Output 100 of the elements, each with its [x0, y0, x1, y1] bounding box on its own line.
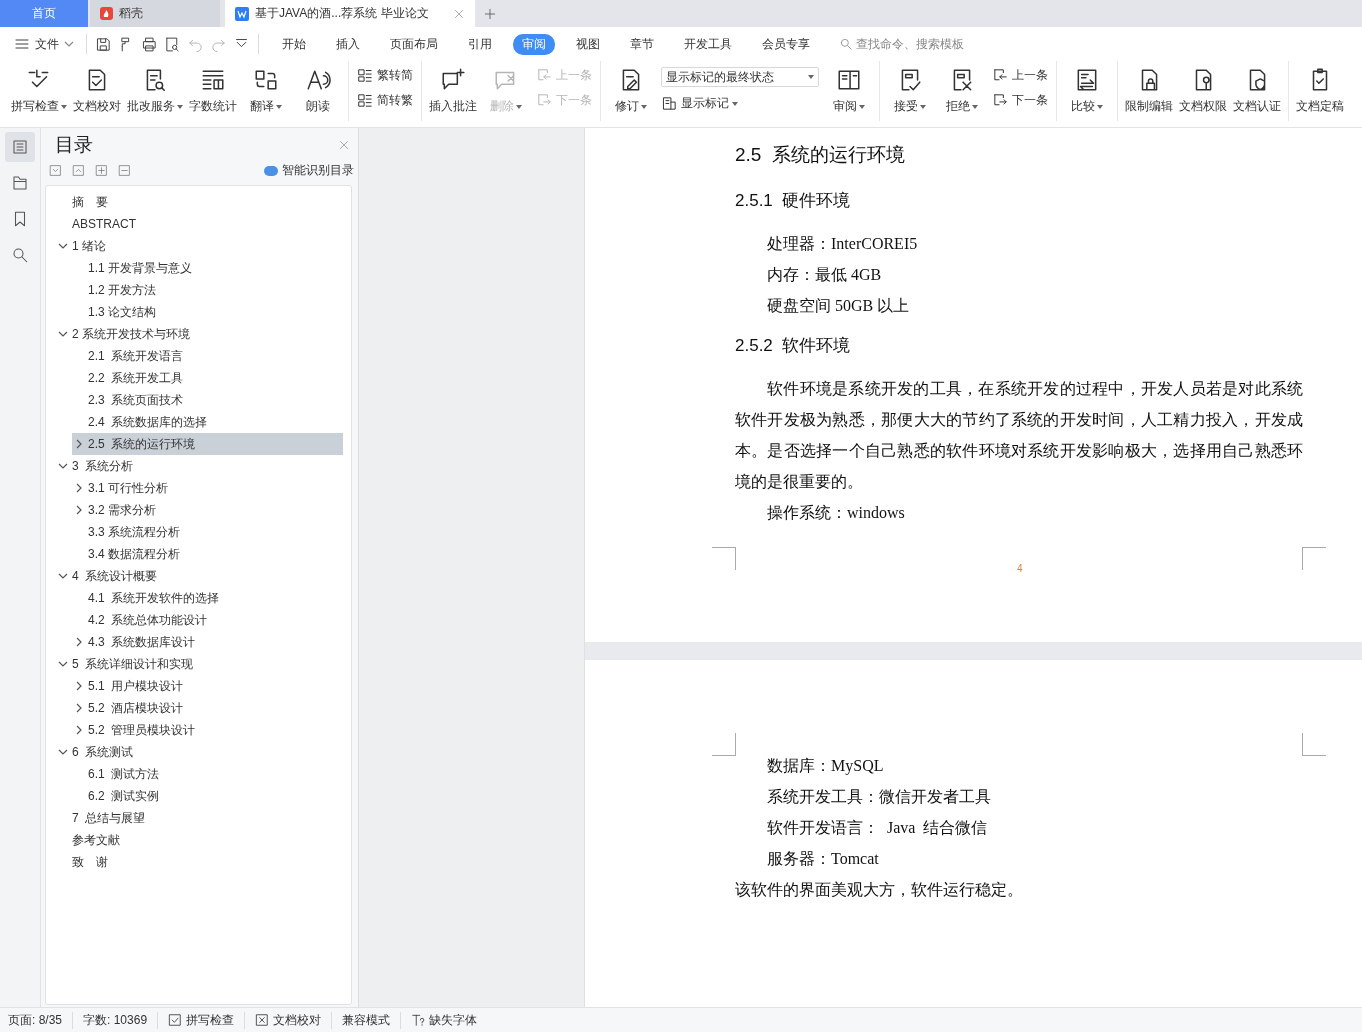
toc-item[interactable]: 摘 要 — [56, 191, 343, 213]
document-tab[interactable]: 稻壳 — [90, 0, 220, 27]
toc-item[interactable]: 3.2 需求分析 — [72, 499, 343, 521]
toc-item[interactable]: 3.1 可行性分析 — [72, 477, 343, 499]
search-icon — [839, 37, 853, 51]
ribbon-button[interactable]: 上一条 — [992, 67, 1048, 84]
toc-item[interactable]: 2.3 系统页面技术 — [72, 389, 343, 411]
smart-toc-button[interactable]: 智能识别目录 — [264, 162, 354, 179]
toc-item[interactable]: 3.4 数据流程分析 — [72, 543, 343, 565]
toc-item[interactable]: 1.2 开发方法 — [72, 279, 343, 301]
page-number: 4 — [1017, 563, 1023, 574]
file-menu[interactable]: 文件 — [10, 35, 78, 53]
search-icon — [11, 246, 29, 264]
markup-dropdown[interactable]: 显示标记的最终状态 — [661, 67, 819, 87]
toc-item[interactable]: 5.1 用户模块设计 — [72, 675, 343, 697]
toc-item[interactable]: 6 系统测试 — [56, 741, 343, 763]
status-button[interactable]: 缺失字体 — [400, 1011, 478, 1029]
ribbon-button[interactable]: 翻译 — [240, 65, 292, 117]
tab-label: 基于JAVA的酒...荐系统 毕业论文 — [255, 5, 429, 22]
ribbon-button[interactable]: 接受 — [884, 65, 936, 117]
ribbon-tab[interactable]: 会员专享 — [753, 33, 819, 55]
ribbon-tab[interactable]: 开始 — [273, 33, 315, 55]
toc-item[interactable]: 7 总结与展望 — [56, 807, 343, 829]
ribbon-button[interactable]: 朗读 — [292, 65, 344, 117]
ribbon-button[interactable]: 修订 — [605, 65, 657, 117]
print-icon — [141, 35, 158, 53]
toc-item[interactable]: 5.2 酒店模块设计 — [72, 697, 343, 719]
search-field[interactable]: 查找命令、搜索模板 — [856, 37, 986, 51]
toc-item[interactable]: 参考文献 — [56, 829, 343, 851]
ribbon-button[interactable]: 下一条 — [992, 92, 1048, 109]
ribbon-button[interactable]: 批改服务 — [124, 65, 186, 117]
ribbon-tab[interactable]: 章节 — [621, 33, 663, 55]
corner-mark — [712, 733, 736, 756]
status-text: 字数: 10369 — [72, 1011, 148, 1029]
text-line: 该软件的界面美观大方，软件运行稳定。 — [735, 880, 1024, 900]
ribbon-button[interactable]: 审阅 — [823, 65, 875, 117]
checkbox-cross-icon — [255, 1013, 270, 1027]
toc-item[interactable]: 4.3 系统数据库设计 — [72, 631, 343, 653]
text-line: 软件开发语言： Java 结合微信 — [766, 818, 989, 838]
document-logo-icon — [235, 6, 249, 21]
text-line: 数据库：MySQL — [766, 756, 885, 777]
ribbon-button[interactable]: 简转繁 — [357, 92, 413, 109]
toc-item[interactable]: 6.2 测试实例 — [72, 785, 343, 807]
ribbon-button[interactable]: 比较 — [1061, 65, 1113, 117]
toc-item[interactable]: 6.1 测试方法 — [72, 763, 343, 785]
status-button[interactable]: 拼写检查 — [157, 1011, 235, 1029]
toc-item[interactable]: 4.1 系统开发软件的选择 — [72, 587, 343, 609]
collapse-icon — [72, 164, 85, 177]
tab-label: 首页 — [32, 5, 56, 22]
toc-item[interactable]: 4.2 系统总体功能设计 — [72, 609, 343, 631]
ribbon-tab[interactable]: 插入 — [327, 33, 369, 55]
missing-font-icon — [411, 1013, 426, 1027]
document-tab[interactable]: 基于JAVA的酒...荐系统 毕业论文 — [225, 0, 475, 27]
ribbon-tab[interactable]: 页面布局 — [381, 33, 447, 55]
toc-item[interactable]: 4 系统设计概要 — [56, 565, 343, 587]
toc-item[interactable]: 5.2 管理员模块设计 — [72, 719, 343, 741]
menu-lines-icon — [14, 36, 30, 52]
ribbon-button[interactable]: 文档权限 — [1176, 65, 1230, 117]
print-preview-icon — [164, 35, 181, 53]
toc-item[interactable]: 致 谢 — [56, 851, 343, 873]
ribbon-tab[interactable]: 视图 — [567, 33, 609, 55]
section-heading: 2.5 系统的运行环境 — [735, 143, 906, 167]
ribbon-button[interactable]: 限制编辑 — [1122, 65, 1176, 117]
text-line: 操作系统：windows — [766, 503, 906, 523]
ribbon-tab[interactable]: 引用 — [459, 33, 501, 55]
text-line: 服务器：Tomcat — [766, 849, 880, 869]
ribbon-button[interactable]: 文档校对 — [70, 65, 124, 117]
corner-mark — [1302, 733, 1326, 756]
tab-label: 稻壳 — [119, 5, 143, 22]
toc-item[interactable]: 2.4 系统数据库的选择 — [72, 411, 343, 433]
ribbon-button[interactable]: 文档认证 — [1230, 65, 1284, 117]
ribbon-button[interactable]: 插入批注 — [426, 65, 480, 117]
toc-item[interactable]: 1.1 开发背景与意义 — [72, 257, 343, 279]
toc-item[interactable]: 2.5 系统的运行环境 — [72, 433, 343, 455]
chevron-icon — [64, 39, 74, 49]
ribbon-button[interactable]: 显示标记 — [661, 95, 819, 112]
toc-item[interactable]: 3.3 系统流程分析 — [72, 521, 343, 543]
expand-icon — [49, 164, 62, 177]
toc-item[interactable]: 2.1 系统开发语言 — [72, 345, 343, 367]
toc-item[interactable]: 2.2 系统开发工具 — [72, 367, 343, 389]
toc-item[interactable]: 1 绪论 — [56, 235, 343, 257]
text-line: 系统开发工具：微信开发者工具 — [766, 787, 992, 807]
toc-item[interactable]: ABSTRACT — [56, 213, 343, 235]
plus-icon — [95, 164, 108, 177]
ribbon-tab[interactable]: 开发工具 — [675, 33, 741, 55]
toc-item[interactable]: 3 系统分析 — [56, 455, 343, 477]
status-text: 页面: 8/35 — [8, 1011, 63, 1029]
navigation-icon — [11, 174, 29, 192]
status-button[interactable]: 文档校对 — [244, 1011, 322, 1029]
corner-mark — [1302, 547, 1326, 570]
ribbon-button[interactable]: 字数统计 — [186, 65, 240, 117]
toc-item[interactable]: 1.3 论文结构 — [72, 301, 343, 323]
ribbon-button[interactable]: 文档定稿 — [1293, 65, 1347, 117]
markup-icon — [661, 95, 678, 112]
ribbon-button[interactable]: 繁转简 — [357, 67, 413, 84]
ribbon-button[interactable]: 拒绝 — [936, 65, 988, 117]
text-line: 硬盘空间 50GB 以上 — [766, 296, 911, 316]
toc-item[interactable]: 5 系统详细设计和实现 — [56, 653, 343, 675]
ribbon-button[interactable]: 拼写检查 — [8, 65, 70, 117]
toc-item[interactable]: 2 系统开发技术与环境 — [56, 323, 343, 345]
